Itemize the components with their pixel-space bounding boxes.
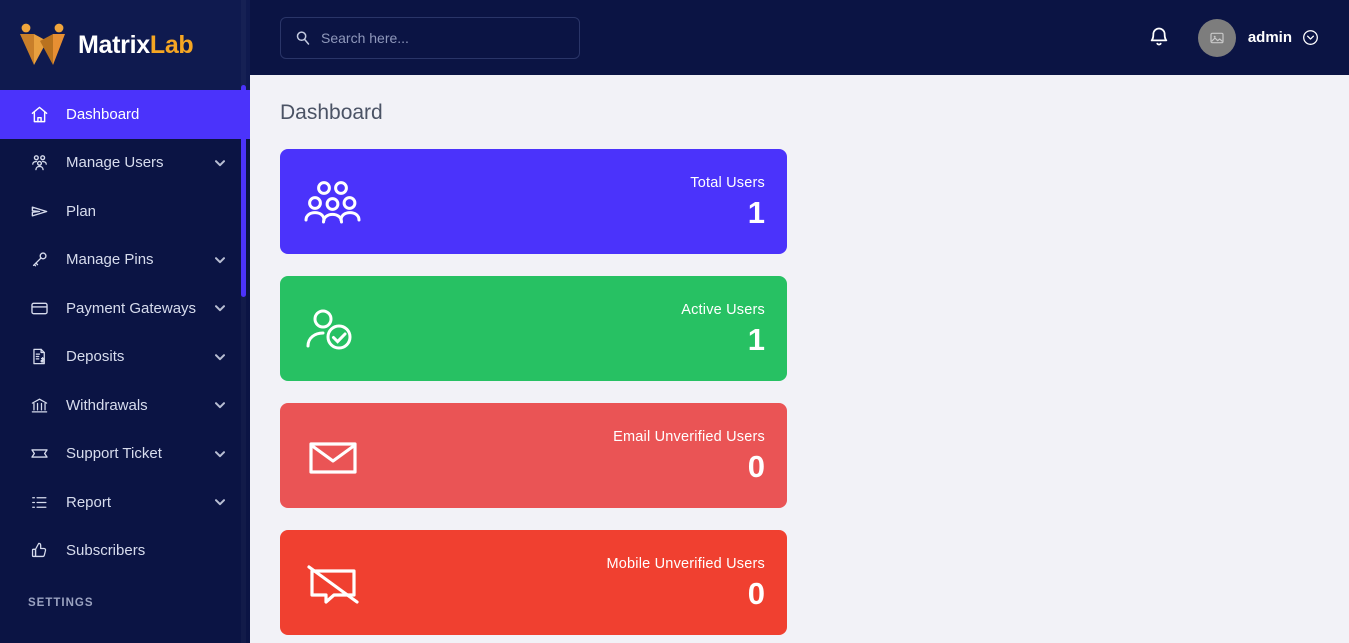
sidebar-item-label: Payment Gateways bbox=[66, 299, 197, 317]
admin-username: admin bbox=[1247, 29, 1292, 46]
sidebar-item-label: Dashboard bbox=[66, 105, 140, 123]
stat-label: Email Unverified Users bbox=[613, 429, 765, 445]
stat-label: Total Users bbox=[690, 175, 765, 191]
paper-plane-icon bbox=[28, 200, 50, 222]
sidebar-item-plan[interactable]: Plan bbox=[0, 187, 250, 236]
sidebar-item-label: Manage Pins bbox=[66, 251, 154, 269]
sidebar-item-label: Subscribers bbox=[66, 542, 146, 560]
bell-icon[interactable] bbox=[1146, 25, 1172, 51]
sidebar-item-report[interactable]: Report bbox=[0, 478, 250, 527]
sidebar: MatrixLab Dashboard Manage Users Plan Ma… bbox=[0, 0, 250, 643]
main-area: admin Dashboard Total Users 1 bbox=[250, 0, 1349, 643]
cards-grid: Total Users 1 Active Users 1 Email Unver… bbox=[280, 149, 1322, 643]
stat-value: 0 bbox=[747, 449, 765, 484]
search-input[interactable] bbox=[321, 29, 565, 46]
stat-value: 1 bbox=[747, 195, 765, 230]
stat-value: 0 bbox=[747, 576, 765, 611]
stat-label: Mobile Unverified Users bbox=[606, 556, 765, 572]
sidebar-item-label: Deposits bbox=[66, 348, 125, 366]
list-icon bbox=[28, 491, 50, 513]
sidebar-item-payment-gateways[interactable]: Payment Gateways bbox=[0, 284, 250, 333]
user-check-icon bbox=[300, 304, 366, 354]
comment-slash-icon bbox=[300, 558, 366, 608]
thumbs-up-icon bbox=[28, 540, 50, 562]
chevron-down-icon[interactable] bbox=[214, 254, 232, 266]
stat-value: 1 bbox=[747, 322, 765, 357]
bank-icon bbox=[28, 394, 50, 416]
ticket-icon bbox=[28, 443, 50, 465]
chevron-down-icon[interactable] bbox=[214, 302, 232, 314]
sidebar-section-settings: SETTINGS bbox=[28, 597, 94, 609]
topbar-right: admin bbox=[1146, 18, 1319, 57]
chevron-down-icon[interactable] bbox=[214, 351, 232, 363]
chevron-down-icon[interactable] bbox=[214, 157, 232, 169]
search-icon bbox=[295, 30, 311, 46]
sidebar-item-subscribers[interactable]: Subscribers bbox=[0, 527, 250, 576]
stat-card-email-unverified-users[interactable]: Email Unverified Users 0 bbox=[280, 403, 787, 508]
chevron-down-icon[interactable] bbox=[214, 399, 232, 411]
users-group-icon bbox=[300, 177, 366, 227]
stat-meta: Total Users 1 bbox=[690, 175, 765, 228]
search-box[interactable] bbox=[280, 16, 580, 59]
brand-logo[interactable]: MatrixLab bbox=[0, 0, 250, 90]
sidebar-item-manage-users[interactable]: Manage Users bbox=[0, 139, 250, 188]
stat-meta: Mobile Unverified Users 0 bbox=[606, 556, 765, 609]
chevron-down-icon[interactable] bbox=[214, 496, 232, 508]
sidebar-item-manage-pins[interactable]: Manage Pins bbox=[0, 236, 250, 285]
stat-card-mobile-unverified-users[interactable]: Mobile Unverified Users 0 bbox=[280, 530, 787, 635]
sidebar-item-label: Manage Users bbox=[66, 154, 164, 172]
sidebar-item-deposits[interactable]: Deposits bbox=[0, 333, 250, 382]
app-root: MatrixLab Dashboard Manage Users Plan Ma… bbox=[0, 0, 1349, 643]
envelope-icon bbox=[300, 431, 366, 481]
sidebar-item-support-ticket[interactable]: Support Ticket bbox=[0, 430, 250, 479]
users-group-icon bbox=[28, 152, 50, 174]
credit-card-icon bbox=[28, 297, 50, 319]
stat-card-active-users[interactable]: Active Users 1 bbox=[280, 276, 787, 381]
sidebar-item-label: Report bbox=[66, 493, 112, 511]
key-icon bbox=[28, 249, 50, 271]
page-title: Dashboard bbox=[280, 101, 383, 124]
chevron-down-icon[interactable] bbox=[214, 448, 232, 460]
sidebar-item-withdrawals[interactable]: Withdrawals bbox=[0, 381, 250, 430]
avatar[interactable] bbox=[1197, 18, 1236, 57]
stat-card-total-users[interactable]: Total Users 1 bbox=[280, 149, 787, 254]
sidebar-scrollbar-thumb[interactable] bbox=[241, 85, 246, 297]
chevron-down-circle-icon[interactable] bbox=[1302, 29, 1319, 46]
sidebar-item-label: Withdrawals bbox=[66, 396, 148, 414]
home-icon bbox=[28, 103, 50, 125]
matrix-m-logo-icon bbox=[14, 21, 74, 69]
stat-meta: Email Unverified Users 0 bbox=[613, 429, 765, 482]
sidebar-item-label: Support Ticket bbox=[66, 445, 162, 463]
sidebar-nav: Dashboard Manage Users Plan Manage Pins … bbox=[0, 90, 250, 575]
brand-name-primary: Matrix bbox=[78, 30, 150, 59]
sidebar-item-label: Plan bbox=[66, 202, 97, 220]
brand-name: MatrixLab bbox=[78, 30, 194, 60]
topbar: admin bbox=[250, 0, 1349, 75]
dashboard-content: Dashboard Total Users 1 Active Users 1 E… bbox=[250, 75, 1349, 643]
invoice-dollar-icon bbox=[28, 346, 50, 368]
stat-label: Active Users bbox=[681, 302, 765, 318]
brand-name-accent: Lab bbox=[149, 30, 194, 59]
stat-meta: Active Users 1 bbox=[681, 302, 765, 355]
sidebar-item-dashboard[interactable]: Dashboard bbox=[0, 90, 250, 139]
